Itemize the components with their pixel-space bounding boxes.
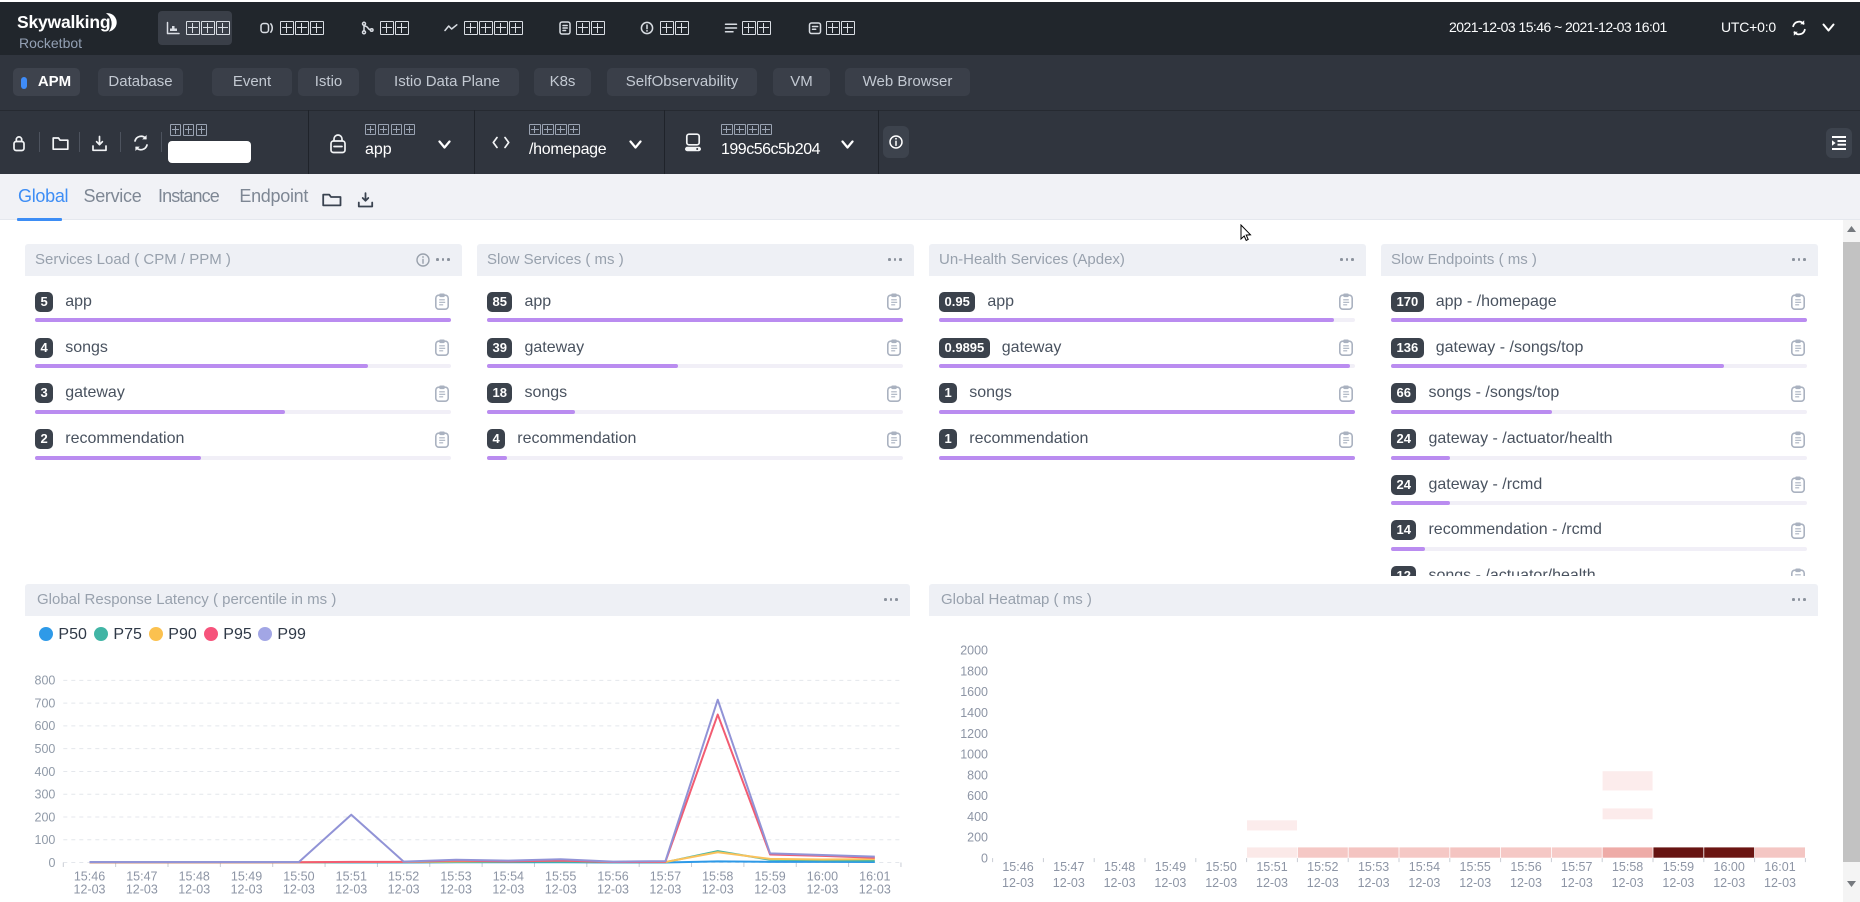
svg-text:800: 800 xyxy=(967,768,988,782)
svg-text:15:58: 15:58 xyxy=(702,870,733,884)
svg-text:12-03: 12-03 xyxy=(1053,876,1085,890)
svg-text:15:50: 15:50 xyxy=(1206,860,1237,874)
svg-text:15:58: 15:58 xyxy=(1612,860,1643,874)
svg-text:12-03: 12-03 xyxy=(1154,876,1186,890)
svg-text:12-03: 12-03 xyxy=(1510,876,1542,890)
svg-text:12-03: 12-03 xyxy=(440,883,472,897)
svg-text:12-03: 12-03 xyxy=(283,883,315,897)
svg-text:12-03: 12-03 xyxy=(1256,876,1288,890)
svg-text:500: 500 xyxy=(35,742,56,756)
svg-text:12-03: 12-03 xyxy=(1561,876,1593,890)
svg-text:1800: 1800 xyxy=(960,664,988,678)
svg-text:12-03: 12-03 xyxy=(545,883,577,897)
svg-text:12-03: 12-03 xyxy=(1307,876,1339,890)
svg-text:16:01: 16:01 xyxy=(1764,860,1795,874)
svg-text:12-03: 12-03 xyxy=(859,883,891,897)
svg-text:16:01: 16:01 xyxy=(859,870,890,884)
svg-text:12-03: 12-03 xyxy=(1612,876,1644,890)
svg-text:15:55: 15:55 xyxy=(545,870,576,884)
svg-text:15:47: 15:47 xyxy=(1053,860,1084,874)
svg-text:15:50: 15:50 xyxy=(283,870,314,884)
svg-text:15:57: 15:57 xyxy=(650,870,681,884)
svg-text:12-03: 12-03 xyxy=(1205,876,1237,890)
svg-text:15:56: 15:56 xyxy=(1510,860,1541,874)
svg-text:12-03: 12-03 xyxy=(335,883,367,897)
svg-text:600: 600 xyxy=(35,719,56,733)
svg-text:15:49: 15:49 xyxy=(1155,860,1186,874)
svg-text:15:52: 15:52 xyxy=(1307,860,1338,874)
svg-text:15:51: 15:51 xyxy=(336,870,367,884)
svg-text:15:52: 15:52 xyxy=(388,870,419,884)
svg-text:15:46: 15:46 xyxy=(74,870,105,884)
svg-text:16:00: 16:00 xyxy=(1714,860,1745,874)
svg-text:12-03: 12-03 xyxy=(388,883,420,897)
svg-text:0: 0 xyxy=(48,856,55,870)
svg-text:12-03: 12-03 xyxy=(1713,876,1745,890)
svg-text:2000: 2000 xyxy=(960,644,988,658)
svg-text:100: 100 xyxy=(35,833,56,847)
svg-text:16:00: 16:00 xyxy=(807,870,838,884)
svg-text:15:51: 15:51 xyxy=(1256,860,1287,874)
svg-text:12-03: 12-03 xyxy=(1764,876,1796,890)
svg-text:15:53: 15:53 xyxy=(1358,860,1389,874)
svg-text:15:54: 15:54 xyxy=(1409,860,1440,874)
svg-text:600: 600 xyxy=(967,789,988,803)
svg-text:300: 300 xyxy=(35,788,56,802)
svg-text:1400: 1400 xyxy=(960,706,988,720)
svg-text:12-03: 12-03 xyxy=(1104,876,1136,890)
svg-text:15:59: 15:59 xyxy=(1663,860,1694,874)
svg-text:12-03: 12-03 xyxy=(1408,876,1440,890)
svg-text:12-03: 12-03 xyxy=(649,883,681,897)
svg-text:1200: 1200 xyxy=(960,727,988,741)
svg-text:200: 200 xyxy=(35,810,56,824)
svg-text:12-03: 12-03 xyxy=(492,883,524,897)
svg-text:12-03: 12-03 xyxy=(1358,876,1390,890)
svg-text:1600: 1600 xyxy=(960,685,988,699)
svg-text:15:57: 15:57 xyxy=(1561,860,1592,874)
svg-text:12-03: 12-03 xyxy=(126,883,158,897)
svg-text:12-03: 12-03 xyxy=(231,883,263,897)
svg-text:200: 200 xyxy=(967,831,988,845)
svg-text:12-03: 12-03 xyxy=(1662,876,1694,890)
svg-text:12-03: 12-03 xyxy=(597,883,629,897)
svg-text:15:49: 15:49 xyxy=(231,870,262,884)
svg-text:12-03: 12-03 xyxy=(1002,876,1034,890)
svg-text:15:56: 15:56 xyxy=(597,870,628,884)
svg-text:15:48: 15:48 xyxy=(1104,860,1135,874)
svg-text:12-03: 12-03 xyxy=(702,883,734,897)
svg-text:15:55: 15:55 xyxy=(1460,860,1491,874)
svg-text:12-03: 12-03 xyxy=(178,883,210,897)
svg-text:1000: 1000 xyxy=(960,748,988,762)
svg-text:12-03: 12-03 xyxy=(74,883,106,897)
svg-text:700: 700 xyxy=(35,696,56,710)
svg-text:15:59: 15:59 xyxy=(754,870,785,884)
svg-text:15:48: 15:48 xyxy=(179,870,210,884)
svg-text:12-03: 12-03 xyxy=(1459,876,1491,890)
svg-text:15:46: 15:46 xyxy=(1002,860,1033,874)
svg-text:400: 400 xyxy=(35,765,56,779)
svg-text:15:54: 15:54 xyxy=(493,870,524,884)
svg-text:12-03: 12-03 xyxy=(806,883,838,897)
svg-text:400: 400 xyxy=(967,810,988,824)
svg-text:15:53: 15:53 xyxy=(440,870,471,884)
svg-text:800: 800 xyxy=(35,674,56,688)
svg-text:12-03: 12-03 xyxy=(754,883,786,897)
svg-text:0: 0 xyxy=(981,851,988,865)
svg-text:15:47: 15:47 xyxy=(126,870,157,884)
